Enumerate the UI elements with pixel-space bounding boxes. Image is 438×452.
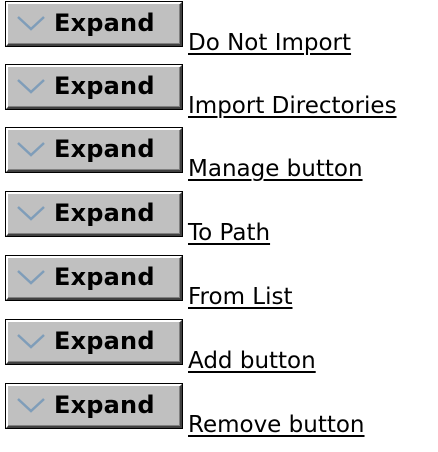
list-item: Expand Remove button — [5, 383, 438, 444]
expand-list: Expand Do Not Import Expand Import Direc… — [0, 0, 438, 452]
item-link[interactable]: Remove button — [188, 412, 365, 438]
list-item: Expand From List — [5, 255, 438, 316]
item-link[interactable]: Import Directories — [188, 93, 397, 119]
expand-button[interactable]: Expand — [5, 255, 183, 301]
list-item: Expand To Path — [5, 191, 438, 252]
expand-button[interactable]: Expand — [5, 64, 183, 110]
chevron-down-icon — [17, 16, 45, 31]
list-item: Expand Import Directories — [5, 64, 438, 125]
expand-button-label: Expand — [54, 263, 155, 291]
expand-button-label: Expand — [54, 9, 155, 37]
list-item: Expand Manage button — [5, 127, 438, 188]
item-link[interactable]: Do Not Import — [188, 30, 351, 56]
chevron-down-icon — [17, 334, 45, 349]
chevron-down-icon — [17, 270, 45, 285]
expand-button-label: Expand — [54, 135, 155, 163]
chevron-down-icon — [17, 206, 45, 221]
expand-button[interactable]: Expand — [5, 319, 183, 365]
expand-button-label: Expand — [54, 72, 155, 100]
item-link[interactable]: Manage button — [188, 156, 363, 182]
list-item: Expand Add button — [5, 319, 438, 380]
expand-button[interactable]: Expand — [5, 1, 183, 47]
expand-button[interactable]: Expand — [5, 127, 183, 173]
expand-button-label: Expand — [54, 199, 155, 227]
chevron-down-icon — [17, 398, 45, 413]
chevron-down-icon — [17, 79, 45, 94]
chevron-down-icon — [17, 142, 45, 157]
item-link[interactable]: From List — [188, 284, 293, 310]
expand-button[interactable]: Expand — [5, 191, 183, 237]
expand-button-label: Expand — [54, 391, 155, 419]
item-link[interactable]: Add button — [188, 348, 316, 374]
expand-button-label: Expand — [54, 327, 155, 355]
item-link[interactable]: To Path — [188, 220, 270, 246]
list-item: Expand Do Not Import — [5, 1, 438, 62]
expand-button[interactable]: Expand — [5, 383, 183, 429]
